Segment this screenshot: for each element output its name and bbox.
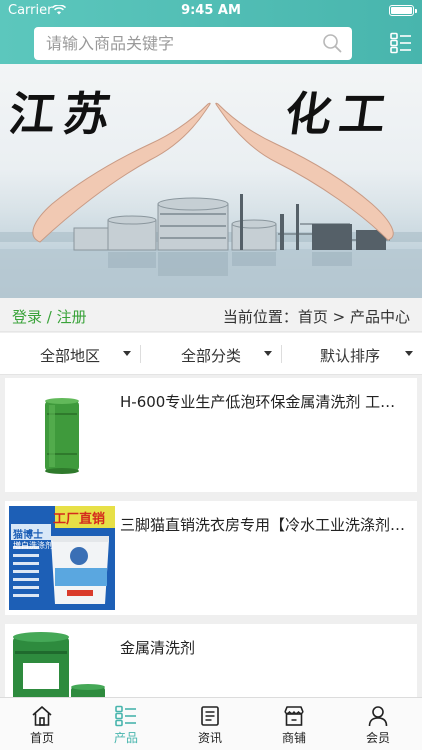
product-grid-icon xyxy=(115,705,136,727)
green-barrels-image xyxy=(13,632,105,697)
product-title: 三脚猫直销洗衣房专用【冷水工业洗涤剂】洗衣粉 xyxy=(120,516,410,534)
member-icon xyxy=(368,706,388,727)
search-box[interactable] xyxy=(34,27,352,60)
filter-bar: 全部地区 全部分类 默认排序 xyxy=(0,333,422,375)
banner-title-right: 化工 xyxy=(281,87,398,141)
product-image xyxy=(9,383,115,487)
tab-store-label: 商铺 xyxy=(281,731,306,745)
tab-home[interactable]: 首页 xyxy=(0,698,84,750)
product-image: 工厂直销 猫博士 増白洗涤剂 xyxy=(9,506,115,610)
filter-region[interactable]: 全部地区 xyxy=(0,333,141,375)
filter-sort[interactable]: 默认排序 xyxy=(282,333,422,375)
product-list[interactable]: H-600专业生产低泡环保金属清洗剂 工业清洗剂 工厂直销 猫博士 増白洗涤剂 … xyxy=(0,375,422,697)
thumb-line-text: 増白洗涤剂 xyxy=(13,541,53,550)
app-header: Carrier 9:45 AM xyxy=(0,0,422,64)
status-time: 9:45 AM xyxy=(181,3,241,18)
home-icon xyxy=(32,706,52,726)
breadcrumb: 登录 / 注册 当前位置：首页 > 产品中心 xyxy=(0,298,422,332)
login-link[interactable]: 登录 xyxy=(12,308,42,326)
search-icon[interactable] xyxy=(322,33,342,53)
filter-region-label: 全部地区 xyxy=(40,347,101,365)
product-card[interactable]: 工厂直销 猫博士 増白洗涤剂 三脚猫直销洗衣房专用【冷水工业洗涤剂】洗衣粉 xyxy=(5,501,417,615)
tab-store[interactable]: 商铺 xyxy=(252,698,336,750)
tab-products-label: 产品 xyxy=(113,731,138,745)
filter-category[interactable]: 全部分类 xyxy=(141,333,282,375)
bottom-tab-bar: 首页 产品 资讯 商铺 会员 xyxy=(0,697,422,750)
product-card[interactable]: 金属清洗剂 xyxy=(5,624,417,697)
category-menu-icon[interactable] xyxy=(390,32,412,54)
tab-news-label: 资讯 xyxy=(197,731,222,745)
caret-down-icon xyxy=(405,351,413,356)
store-icon xyxy=(284,706,304,726)
product-card[interactable]: H-600专业生产低泡环保金属清洗剂 工业清洗剂 xyxy=(5,378,417,492)
caret-down-icon xyxy=(123,351,131,356)
product-title: 金属清洗剂 xyxy=(120,639,196,657)
green-drum-image xyxy=(45,398,79,474)
product-title: H-600专业生产低泡环保金属清洗剂 工业清洗剂 xyxy=(120,393,410,411)
filter-sort-label: 默认排序 xyxy=(320,347,381,365)
promo-banner[interactable]: 江苏 化工 xyxy=(0,64,422,298)
auth-links: 登录 / 注册 xyxy=(12,306,87,327)
search-input[interactable] xyxy=(46,27,316,60)
tab-news[interactable]: 资讯 xyxy=(168,698,252,750)
tab-member-label: 会员 xyxy=(365,731,390,745)
register-link[interactable]: 注册 xyxy=(57,308,87,326)
news-icon xyxy=(201,706,219,726)
current-location: 当前位置：首页 > 产品中心 xyxy=(222,308,410,326)
tab-member[interactable]: 会员 xyxy=(336,698,420,750)
status-bar: Carrier 9:45 AM xyxy=(0,0,422,22)
caret-down-icon xyxy=(264,351,272,356)
thumb-brand-text: 猫博士 xyxy=(13,530,43,541)
auth-separator: / xyxy=(46,308,52,326)
tab-home-label: 首页 xyxy=(29,731,54,745)
tab-products[interactable]: 产品 xyxy=(84,698,168,750)
battery-icon xyxy=(389,5,417,16)
banner-title-left: 江苏 xyxy=(5,87,122,141)
filter-category-label: 全部分类 xyxy=(181,347,242,365)
product-image xyxy=(9,629,115,697)
thumb-banner-text: 工厂直销 xyxy=(53,512,106,527)
